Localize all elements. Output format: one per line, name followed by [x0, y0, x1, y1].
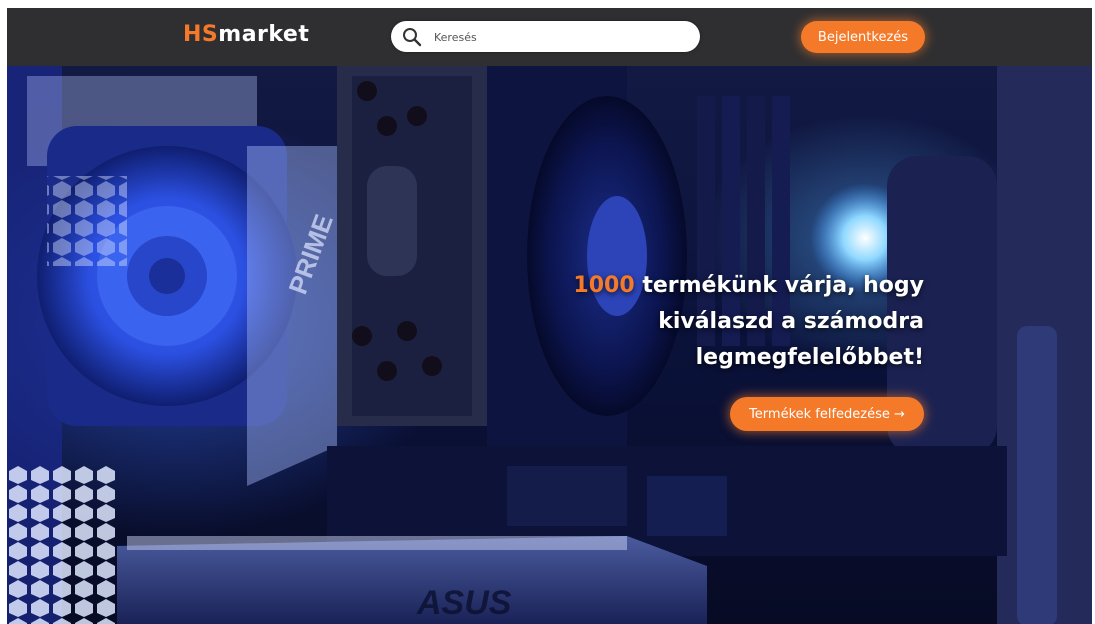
headline-line-3: legmegfelelőbbet! [695, 345, 924, 370]
search-bar[interactable] [391, 21, 700, 52]
login-button[interactable]: Bejelentkezés [801, 21, 925, 53]
search-icon[interactable] [402, 27, 422, 47]
hero-section: PRIME ASUS 1000 termékünk várja, hogy ki… [7, 66, 1092, 624]
logo-prefix: HS [183, 22, 219, 47]
top-navigation-bar: HSmarket Bejelentkezés [7, 8, 1092, 66]
site-logo[interactable]: HSmarket [183, 22, 309, 47]
search-input[interactable] [432, 26, 686, 48]
headline-highlight: 1000 [573, 273, 635, 298]
page: HSmarket Bejelentkezés [7, 8, 1092, 624]
headline-line-1: termékünk várja, hogy [634, 273, 924, 298]
gpu-brand-print: ASUS [416, 584, 512, 622]
headline-line-2: kiválaszd a számodra [658, 309, 924, 334]
hero-headline: 1000 termékünk várja, hogy kiválaszd a s… [504, 268, 924, 376]
logo-suffix: market [218, 22, 310, 47]
explore-products-button[interactable]: Termékek felfedezése → [730, 397, 924, 431]
